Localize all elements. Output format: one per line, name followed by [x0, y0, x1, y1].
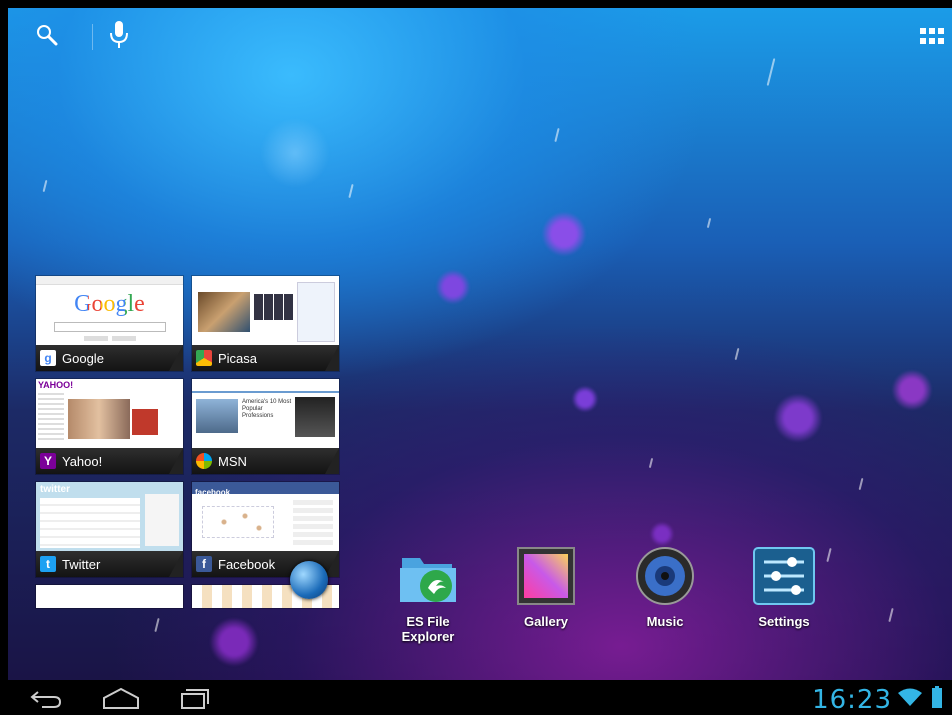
- recent-app-google[interactable]: Google g Google: [36, 276, 183, 371]
- dock-label: Settings: [758, 614, 810, 629]
- all-apps-grid-icon[interactable]: [920, 28, 944, 46]
- recent-app-yahoo[interactable]: YAHOO! Y Yahoo!: [36, 379, 183, 474]
- recent-app-label: Picasa: [218, 350, 258, 366]
- dock-item-es-file-explorer[interactable]: ES File Explorer: [380, 546, 476, 644]
- recent-app-label: Twitter: [62, 556, 101, 572]
- gallery-icon: [514, 546, 578, 610]
- picasa-page-preview: [192, 276, 339, 345]
- home-icon[interactable]: [102, 686, 140, 715]
- facebook-page-preview: facebook: [192, 482, 339, 551]
- wifi-icon: [898, 687, 922, 712]
- recent-app-picasa[interactable]: Picasa: [192, 276, 339, 371]
- yahoo-page-preview: YAHOO!: [36, 379, 183, 448]
- dock-item-settings[interactable]: Settings: [736, 546, 832, 629]
- recent-app-label: Yahoo!: [62, 453, 103, 469]
- recent-app-label: MSN: [218, 453, 247, 469]
- browser-globe-icon: [290, 561, 328, 599]
- recent-app-label: Google: [62, 350, 104, 366]
- recent-app-label: Facebook: [218, 556, 276, 572]
- recent-app-partial-1[interactable]: [36, 585, 183, 608]
- system-bar: 16:23: [0, 680, 952, 715]
- yahoo-logo: YAHOO!: [38, 380, 74, 390]
- facebook-logo: facebook: [195, 488, 231, 497]
- settings-icon: [752, 546, 816, 610]
- twitter-icon: t: [40, 556, 56, 572]
- battery-icon: [932, 686, 942, 708]
- recent-app-msn[interactable]: America's 10 Most Popular Professions MS…: [192, 379, 339, 474]
- dock-item-music[interactable]: Music: [617, 546, 713, 629]
- google-icon: g: [40, 350, 56, 366]
- google-logo: Google: [74, 291, 145, 317]
- search-divider: [92, 24, 93, 50]
- picasa-icon: [196, 350, 212, 366]
- twitter-page-preview: twitter: [36, 482, 183, 551]
- yahoo-icon: Y: [40, 453, 56, 469]
- msn-page-preview: America's 10 Most Popular Professions: [192, 379, 339, 448]
- recent-app-twitter[interactable]: twitter t Twitter: [36, 482, 183, 577]
- dock-label: Gallery: [523, 614, 569, 629]
- top-bar: [36, 20, 952, 52]
- microphone-icon[interactable]: [108, 20, 130, 50]
- msn-headline: America's 10 Most Popular Professions: [242, 399, 292, 419]
- recent-apps-icon[interactable]: [178, 686, 210, 715]
- dock-label: ES File Explorer: [401, 614, 455, 644]
- status-clock: 16:23: [812, 685, 892, 715]
- google-page-preview: Google: [36, 276, 183, 345]
- back-icon[interactable]: [28, 686, 64, 715]
- twitter-logo: twitter: [40, 484, 70, 495]
- msn-icon: [196, 453, 212, 469]
- facebook-icon: f: [196, 556, 212, 572]
- dock-label: Music: [646, 614, 684, 629]
- music-icon: [633, 546, 697, 610]
- es-file-explorer-icon: [396, 546, 460, 610]
- search-icon[interactable]: [36, 24, 58, 46]
- dock-item-gallery[interactable]: Gallery: [498, 546, 594, 629]
